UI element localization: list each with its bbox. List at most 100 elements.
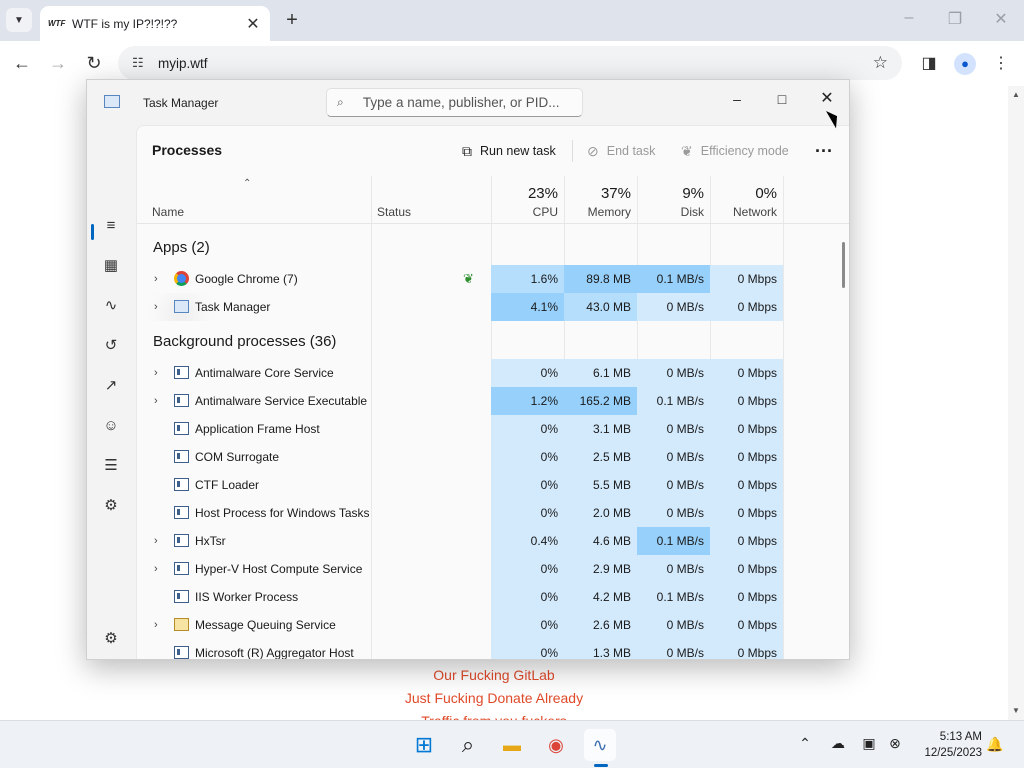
column-header-memory[interactable]: 37% Memory	[564, 176, 637, 224]
chrome-icon[interactable]: ◉	[540, 729, 572, 761]
table-row[interactable]: › Message Queuing Service 0% 2.6 MB 0 MB…	[137, 611, 849, 639]
chevron-right-icon[interactable]: ›	[154, 293, 158, 321]
processes-header: Processes ⧉ Run new task ⊘ End task ❦ Ef…	[137, 126, 849, 174]
hamburger-menu-icon[interactable]: ≡	[95, 212, 127, 240]
column-header-network[interactable]: 0% Network	[710, 176, 783, 224]
table-row[interactable]: › Antimalware Service Executable 1.2% 16…	[137, 387, 849, 415]
table-row[interactable]: › Hyper-V Host Compute Service 0% 2.9 MB…	[137, 555, 849, 583]
chevron-down-icon: ▼	[14, 14, 24, 26]
column-header-status[interactable]: Status	[371, 176, 491, 224]
restore-icon[interactable]: ❐	[943, 9, 967, 29]
file-explorer-icon[interactable]: ▬	[496, 729, 528, 761]
table-row[interactable]: › Task Manager 4.1% 43.0 MB 0 MB/s 0 Mbp…	[137, 293, 849, 321]
network-cell: 0 Mbps	[710, 555, 783, 583]
startup-apps-nav-icon[interactable]: ↗	[95, 372, 127, 400]
tm-maximize-icon[interactable]: □	[767, 86, 797, 112]
browser-tabstrip: ▼ WTF WTF is my IP?!?!?? ✕ + – ❐ ✕	[0, 0, 1024, 41]
services-nav-icon[interactable]: ⚙	[95, 492, 127, 520]
reload-button[interactable]: ↻	[83, 52, 105, 74]
search-input[interactable]	[362, 95, 572, 110]
network-cell: 0 Mbps	[710, 527, 783, 555]
table-row[interactable]: COM Surrogate 0% 2.5 MB 0 MB/s 0 Mbps	[137, 443, 849, 471]
minimize-icon[interactable]: –	[897, 9, 921, 27]
cpu-cell: 1.6%	[491, 265, 564, 293]
table-scrollbar-thumb[interactable]	[842, 242, 845, 288]
task-manager-sidebar: ≡ ▦ ∿ ↺ ↗ ☺ ☰ ⚙ ⚙	[87, 125, 136, 659]
network-cell: 0 Mbps	[710, 471, 783, 499]
address-bar[interactable]: ☷ myip.wtf ☆	[118, 46, 902, 80]
settings-gear-icon[interactable]: ⚙	[95, 625, 127, 653]
table-row[interactable]: Application Frame Host 0% 3.1 MB 0 MB/s …	[137, 415, 849, 443]
site-info-icon[interactable]: ☷	[132, 55, 152, 71]
table-row[interactable]: › Google Chrome (7) ❦ 1.6% 89.8 MB 0.1 M…	[137, 265, 849, 293]
chevron-right-icon[interactable]: ›	[154, 359, 158, 387]
volume-muted-icon[interactable]: ⊗	[884, 735, 906, 752]
column-header-disk[interactable]: 9% Disk	[637, 176, 710, 224]
tm-close-icon[interactable]: ✕	[812, 86, 842, 112]
page-link-gitlab[interactable]: Our Fucking GitLab	[0, 667, 988, 683]
profile-avatar-icon[interactable]: ●	[954, 53, 976, 75]
column-header-name[interactable]: Name	[137, 176, 371, 224]
browser-tab[interactable]: WTF WTF is my IP?!?!?? ✕	[40, 6, 270, 41]
page-scrollbar[interactable]: ▲ ▼	[1008, 86, 1024, 720]
chevron-right-icon[interactable]: ›	[154, 555, 158, 583]
side-panel-icon[interactable]: ◨	[918, 53, 940, 75]
scroll-up-icon[interactable]: ▲	[1012, 90, 1020, 99]
more-options-button[interactable]: ...	[815, 136, 833, 157]
network-cell: 0 Mbps	[710, 293, 783, 321]
close-icon[interactable]: ✕	[244, 14, 262, 34]
notification-bell-icon[interactable]: 🔔	[986, 736, 1003, 753]
back-button[interactable]: ←	[11, 52, 33, 74]
processes-nav-icon[interactable]: ▦	[95, 252, 127, 280]
run-new-task-button[interactable]: ⧉ Run new task	[462, 140, 556, 162]
process-search-box[interactable]: ⌕	[326, 88, 583, 117]
window-title: Task Manager	[143, 96, 219, 110]
close-window-icon[interactable]: ✕	[989, 9, 1013, 29]
tab-search-button[interactable]: ▼	[6, 8, 32, 32]
menu-kebab-icon[interactable]: ⋮	[990, 53, 1012, 75]
disk-cell: 0 MB/s	[637, 415, 710, 443]
forward-button[interactable]: →	[47, 52, 69, 74]
chevron-right-icon[interactable]: ›	[154, 527, 158, 555]
onedrive-offline-icon[interactable]: ☁	[827, 735, 849, 752]
table-row[interactable]: IIS Worker Process 0% 4.2 MB 0.1 MB/s 0 …	[137, 583, 849, 611]
task-manager-titlebar[interactable]: Task Manager ⌕ – □ ✕	[87, 80, 849, 125]
tm-minimize-icon[interactable]: –	[722, 86, 752, 112]
new-task-icon: ⧉	[462, 142, 472, 159]
network-icon[interactable]: ▣	[858, 735, 880, 752]
chevron-up-icon[interactable]: ⌃	[794, 735, 816, 752]
new-tab-button[interactable]: +	[281, 9, 303, 31]
column-header-cpu[interactable]: 23% CPU	[491, 176, 564, 224]
disk-cell: 0 MB/s	[637, 499, 710, 527]
service-icon	[174, 366, 189, 379]
app-history-nav-icon[interactable]: ↺	[95, 332, 127, 360]
end-task-button[interactable]: ⊘ End task	[587, 140, 655, 162]
performance-nav-icon[interactable]: ∿	[95, 292, 127, 320]
task-manager-taskbar-icon[interactable]: ∿	[584, 729, 616, 761]
chevron-right-icon[interactable]: ›	[154, 611, 158, 639]
chevron-right-icon[interactable]: ›	[154, 387, 158, 415]
url-text[interactable]: myip.wtf	[158, 56, 873, 71]
cpu-cell: 0.4%	[491, 527, 564, 555]
process-name: Microsoft (R) Aggregator Host	[195, 646, 354, 660]
table-row[interactable]: CTF Loader 0% 5.5 MB 0 MB/s 0 Mbps	[137, 471, 849, 499]
table-row[interactable]: › HxTsr 0.4% 4.6 MB 0.1 MB/s 0 Mbps	[137, 527, 849, 555]
bookmark-star-icon[interactable]: ☆	[873, 53, 888, 73]
table-row[interactable]: Microsoft (R) Aggregator Host 0% 1.3 MB …	[137, 639, 849, 660]
chevron-right-icon[interactable]: ›	[154, 265, 158, 293]
start-windows-icon[interactable]: ⊞	[408, 729, 440, 761]
group-label: Background processes (36)	[153, 333, 337, 350]
system-clock[interactable]: 5:13 AM 12/25/2023	[914, 729, 982, 761]
page-link-donate[interactable]: Just Fucking Donate Already	[0, 690, 988, 706]
details-nav-icon[interactable]: ☰	[95, 452, 127, 480]
efficiency-mode-button[interactable]: ❦ Efficiency mode	[681, 140, 789, 162]
search-icon[interactable]: ⌕	[452, 729, 484, 761]
scroll-down-icon[interactable]: ▼	[1012, 706, 1020, 715]
network-cell: 0 Mbps	[710, 265, 783, 293]
table-row[interactable]: › Antimalware Core Service 0% 6.1 MB 0 M…	[137, 359, 849, 387]
cpu-cell: 0%	[491, 471, 564, 499]
memory-cell: 2.0 MB	[564, 499, 637, 527]
disk-cell: 0 MB/s	[637, 443, 710, 471]
users-nav-icon[interactable]: ☺	[95, 412, 127, 440]
table-row[interactable]: Host Process for Windows Tasks 0% 2.0 MB…	[137, 499, 849, 527]
